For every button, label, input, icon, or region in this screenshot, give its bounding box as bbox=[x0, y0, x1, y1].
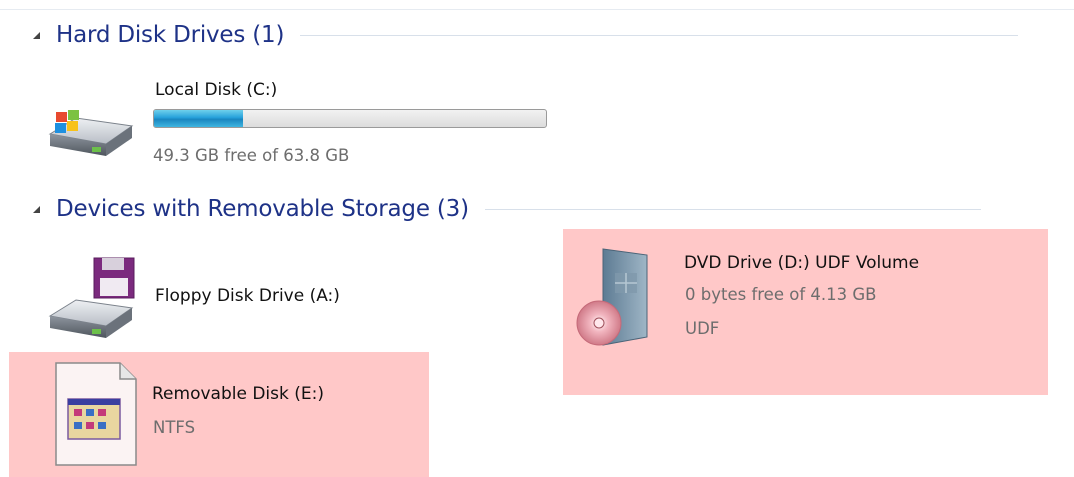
usage-bar-fill bbox=[154, 110, 243, 127]
floppy-drive-icon bbox=[48, 257, 135, 338]
removable-disk-icon bbox=[55, 362, 137, 466]
drive-dvd-d[interactable]: DVD Drive (D:) UDF Volume 0 bytes free o… bbox=[563, 229, 1048, 395]
dvd-drive-icon bbox=[576, 248, 648, 346]
drive-removable-e[interactable]: Removable Disk (E:) NTFS bbox=[9, 352, 429, 477]
group-divider bbox=[484, 208, 981, 210]
drive-name: Removable Disk (E:) bbox=[152, 384, 324, 404]
drive-name: DVD Drive (D:) UDF Volume bbox=[684, 253, 920, 273]
top-divider bbox=[0, 9, 1074, 10]
drive-floppy-a[interactable]: Floppy Disk Drive (A:) bbox=[40, 244, 520, 348]
hard-drive-icon bbox=[48, 110, 134, 156]
drive-filesystem: NTFS bbox=[153, 418, 196, 437]
group-title: Devices with Removable Storage (3) bbox=[56, 196, 469, 222]
drive-filesystem: UDF bbox=[685, 319, 720, 338]
drive-free-space: 49.3 GB free of 63.8 GB bbox=[153, 146, 350, 165]
group-header-hard-disk-drives[interactable]: Hard Disk Drives (1) bbox=[32, 22, 1019, 48]
collapse-triangle-icon bbox=[33, 31, 40, 39]
usage-bar bbox=[153, 109, 547, 128]
drive-name: Local Disk (C:) bbox=[155, 80, 278, 100]
group-divider bbox=[300, 34, 1019, 36]
collapse-triangle-icon bbox=[33, 205, 40, 213]
group-header-removable-storage[interactable]: Devices with Removable Storage (3) bbox=[32, 196, 981, 222]
drive-free-space: 0 bytes free of 4.13 GB bbox=[685, 285, 877, 304]
group-title: Hard Disk Drives (1) bbox=[56, 22, 285, 48]
drive-name: Floppy Disk Drive (A:) bbox=[155, 286, 340, 306]
